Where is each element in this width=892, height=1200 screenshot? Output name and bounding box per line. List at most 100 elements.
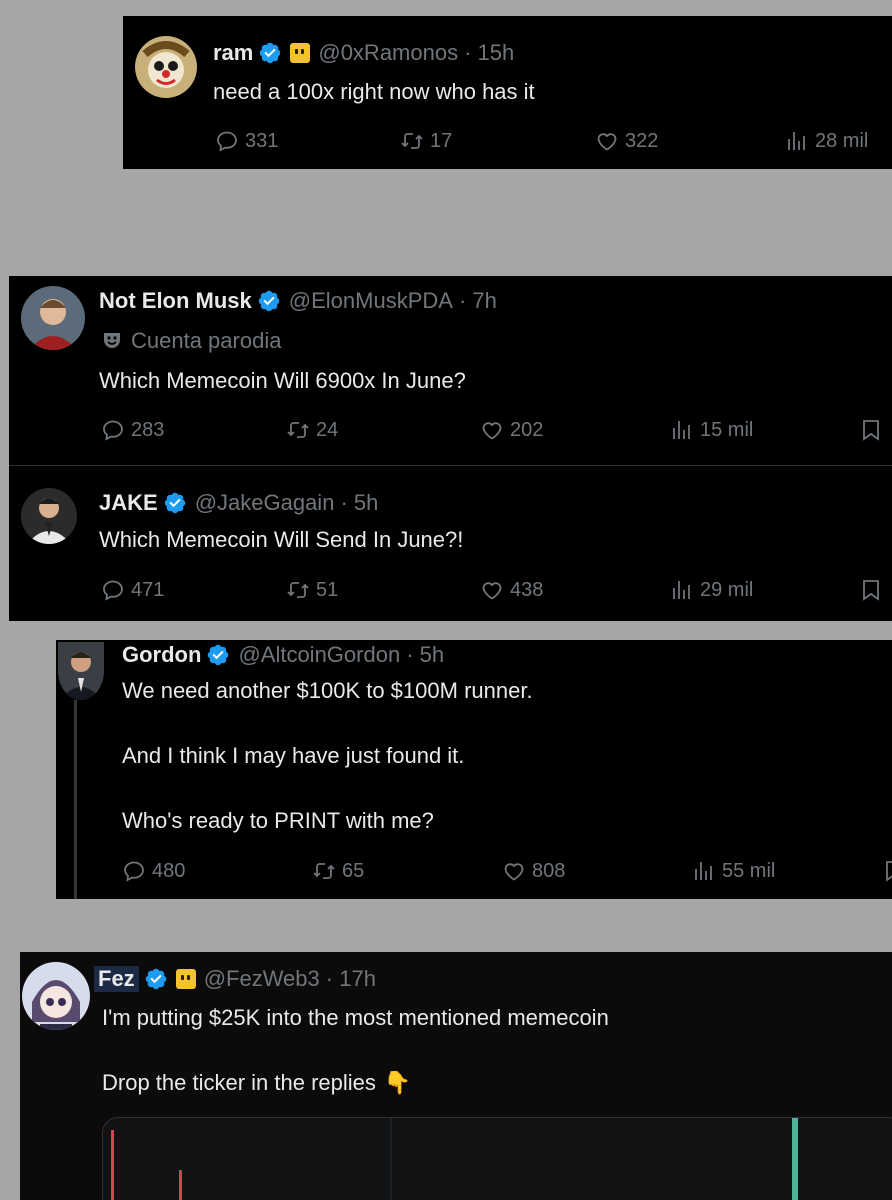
person-avatar-icon <box>60 652 102 700</box>
handle[interactable]: @JakeGagain <box>195 490 335 516</box>
reply-button[interactable]: 283 <box>101 418 164 442</box>
pointing-down-emoji: 👇 <box>383 1070 412 1095</box>
reply-icon <box>122 859 146 883</box>
verified-icon <box>257 289 281 313</box>
reply-icon <box>101 578 125 602</box>
views-button[interactable]: 55 mil <box>692 859 775 883</box>
display-name[interactable]: JAKE <box>99 490 158 516</box>
tweet-card[interactable]: Fez @FezWeb3 · 17h I'm putting $25K into… <box>20 952 892 1200</box>
bookmark-button[interactable] <box>859 578 889 602</box>
parody-mask-icon <box>104 333 120 348</box>
timestamp[interactable]: · 5h <box>406 642 444 668</box>
bookmark-icon <box>859 418 883 442</box>
reply-icon <box>215 129 239 153</box>
retweet-button[interactable]: 65 <box>312 859 364 883</box>
retweet-count: 65 <box>342 859 365 882</box>
like-count: 322 <box>625 129 659 152</box>
bookmark-icon <box>859 578 883 602</box>
media-chart-image[interactable] <box>102 1117 892 1200</box>
person-avatar-icon <box>27 498 71 544</box>
heart-icon <box>502 859 526 883</box>
display-name[interactable]: Gordon <box>122 642 201 668</box>
views-button[interactable]: 15 mil <box>670 418 753 442</box>
action-bar: 283 24 202 15 mil <box>9 418 892 448</box>
reply-button[interactable]: 480 <box>122 859 185 883</box>
retweet-count: 17 <box>430 129 453 152</box>
tweet-text: Drop the ticker in the replies <box>102 1070 376 1095</box>
reply-button[interactable]: 471 <box>101 578 164 602</box>
like-count: 438 <box>510 578 544 601</box>
timestamp[interactable]: · 15h <box>464 40 514 66</box>
tweet-text-line: And I think I may have just found it. <box>122 743 465 768</box>
bookmark-button[interactable] <box>882 859 892 883</box>
like-button[interactable]: 438 <box>480 578 543 602</box>
display-name[interactable]: ram <box>213 40 253 66</box>
affiliation-badge-icon <box>290 43 311 63</box>
retweet-count: 24 <box>316 418 339 441</box>
avatar[interactable] <box>22 962 90 1030</box>
tweet-text: Which Memecoin Will 6900x In June? <box>99 368 466 393</box>
action-bar: 331 17 322 28 mil <box>123 129 892 159</box>
heart-icon <box>595 129 619 153</box>
verified-icon <box>163 491 187 515</box>
heart-icon <box>480 578 504 602</box>
avatar[interactable] <box>135 36 197 98</box>
display-name[interactable]: Not Elon Musk <box>99 288 252 314</box>
tweet-text-line: Drop the ticker in the replies 👇 <box>102 1070 411 1096</box>
view-count: 15 mil <box>700 418 754 441</box>
retweet-count: 51 <box>316 578 339 601</box>
like-button[interactable]: 322 <box>595 129 658 153</box>
handle[interactable]: @0xRamonos <box>318 40 458 66</box>
like-button[interactable]: 202 <box>480 418 543 442</box>
person-avatar-icon <box>29 299 77 350</box>
parody-label: Cuenta parodia <box>131 328 282 353</box>
reply-count: 283 <box>131 418 165 441</box>
tweet-text: need a 100x right now who has it <box>213 79 535 104</box>
retweet-icon <box>286 578 310 602</box>
avatar[interactable] <box>58 642 104 700</box>
view-count: 55 mil <box>722 859 776 882</box>
views-button[interactable]: 28 mil <box>785 129 868 153</box>
display-name[interactable]: Fez <box>94 966 139 992</box>
anime-avatar-icon <box>32 980 80 1030</box>
action-bar: 471 51 438 29 mil <box>9 578 892 608</box>
candlestick-chart-icon <box>111 1118 798 1200</box>
reply-icon <box>101 418 125 442</box>
tweet-card[interactable]: ram @0xRamonos · 15h need a 100x right n… <box>123 16 892 169</box>
tweet-thread-card: Not Elon Musk @ElonMuskPDA · 7h Cuenta p… <box>9 276 892 621</box>
avatar[interactable] <box>21 286 85 350</box>
like-button[interactable]: 808 <box>502 859 565 883</box>
views-icon <box>692 859 716 883</box>
bookmark-button[interactable] <box>859 418 889 442</box>
reply-count: 331 <box>245 129 279 152</box>
tweet-text-line: I'm putting $25K into the most mentioned… <box>102 1005 609 1030</box>
action-bar: 480 65 808 55 mil <box>56 859 892 889</box>
tweet-card[interactable]: Gordon @AltcoinGordon · 5h We need anoth… <box>56 640 892 899</box>
tweet-text: Which Memecoin Will Send In June?! <box>99 527 464 552</box>
reply-count: 480 <box>152 859 186 882</box>
handle[interactable]: @AltcoinGordon <box>238 642 400 668</box>
tweet-text-line: We need another $100K to $100M runner. <box>122 678 533 703</box>
verified-icon <box>144 967 168 991</box>
retweet-icon <box>312 859 336 883</box>
handle[interactable]: @FezWeb3 <box>204 966 320 992</box>
retweet-button[interactable]: 17 <box>400 129 452 153</box>
clown-avatar-icon <box>142 41 190 88</box>
timestamp[interactable]: · 17h <box>326 966 376 992</box>
affiliation-badge-icon <box>175 969 196 989</box>
views-icon <box>785 129 809 153</box>
tweet-text-line: Who's ready to PRINT with me? <box>122 808 434 833</box>
timestamp[interactable]: · 7h <box>459 288 497 314</box>
verified-icon <box>258 41 282 65</box>
handle[interactable]: @ElonMuskPDA <box>289 288 453 314</box>
avatar[interactable] <box>21 488 77 544</box>
divider <box>9 465 892 466</box>
views-button[interactable]: 29 mil <box>670 578 753 602</box>
reply-count: 471 <box>131 578 165 601</box>
reply-button[interactable]: 331 <box>215 129 278 153</box>
retweet-button[interactable]: 24 <box>286 418 338 442</box>
like-count: 808 <box>532 859 566 882</box>
bookmark-icon <box>882 859 892 883</box>
retweet-button[interactable]: 51 <box>286 578 338 602</box>
timestamp[interactable]: · 5h <box>340 490 378 516</box>
